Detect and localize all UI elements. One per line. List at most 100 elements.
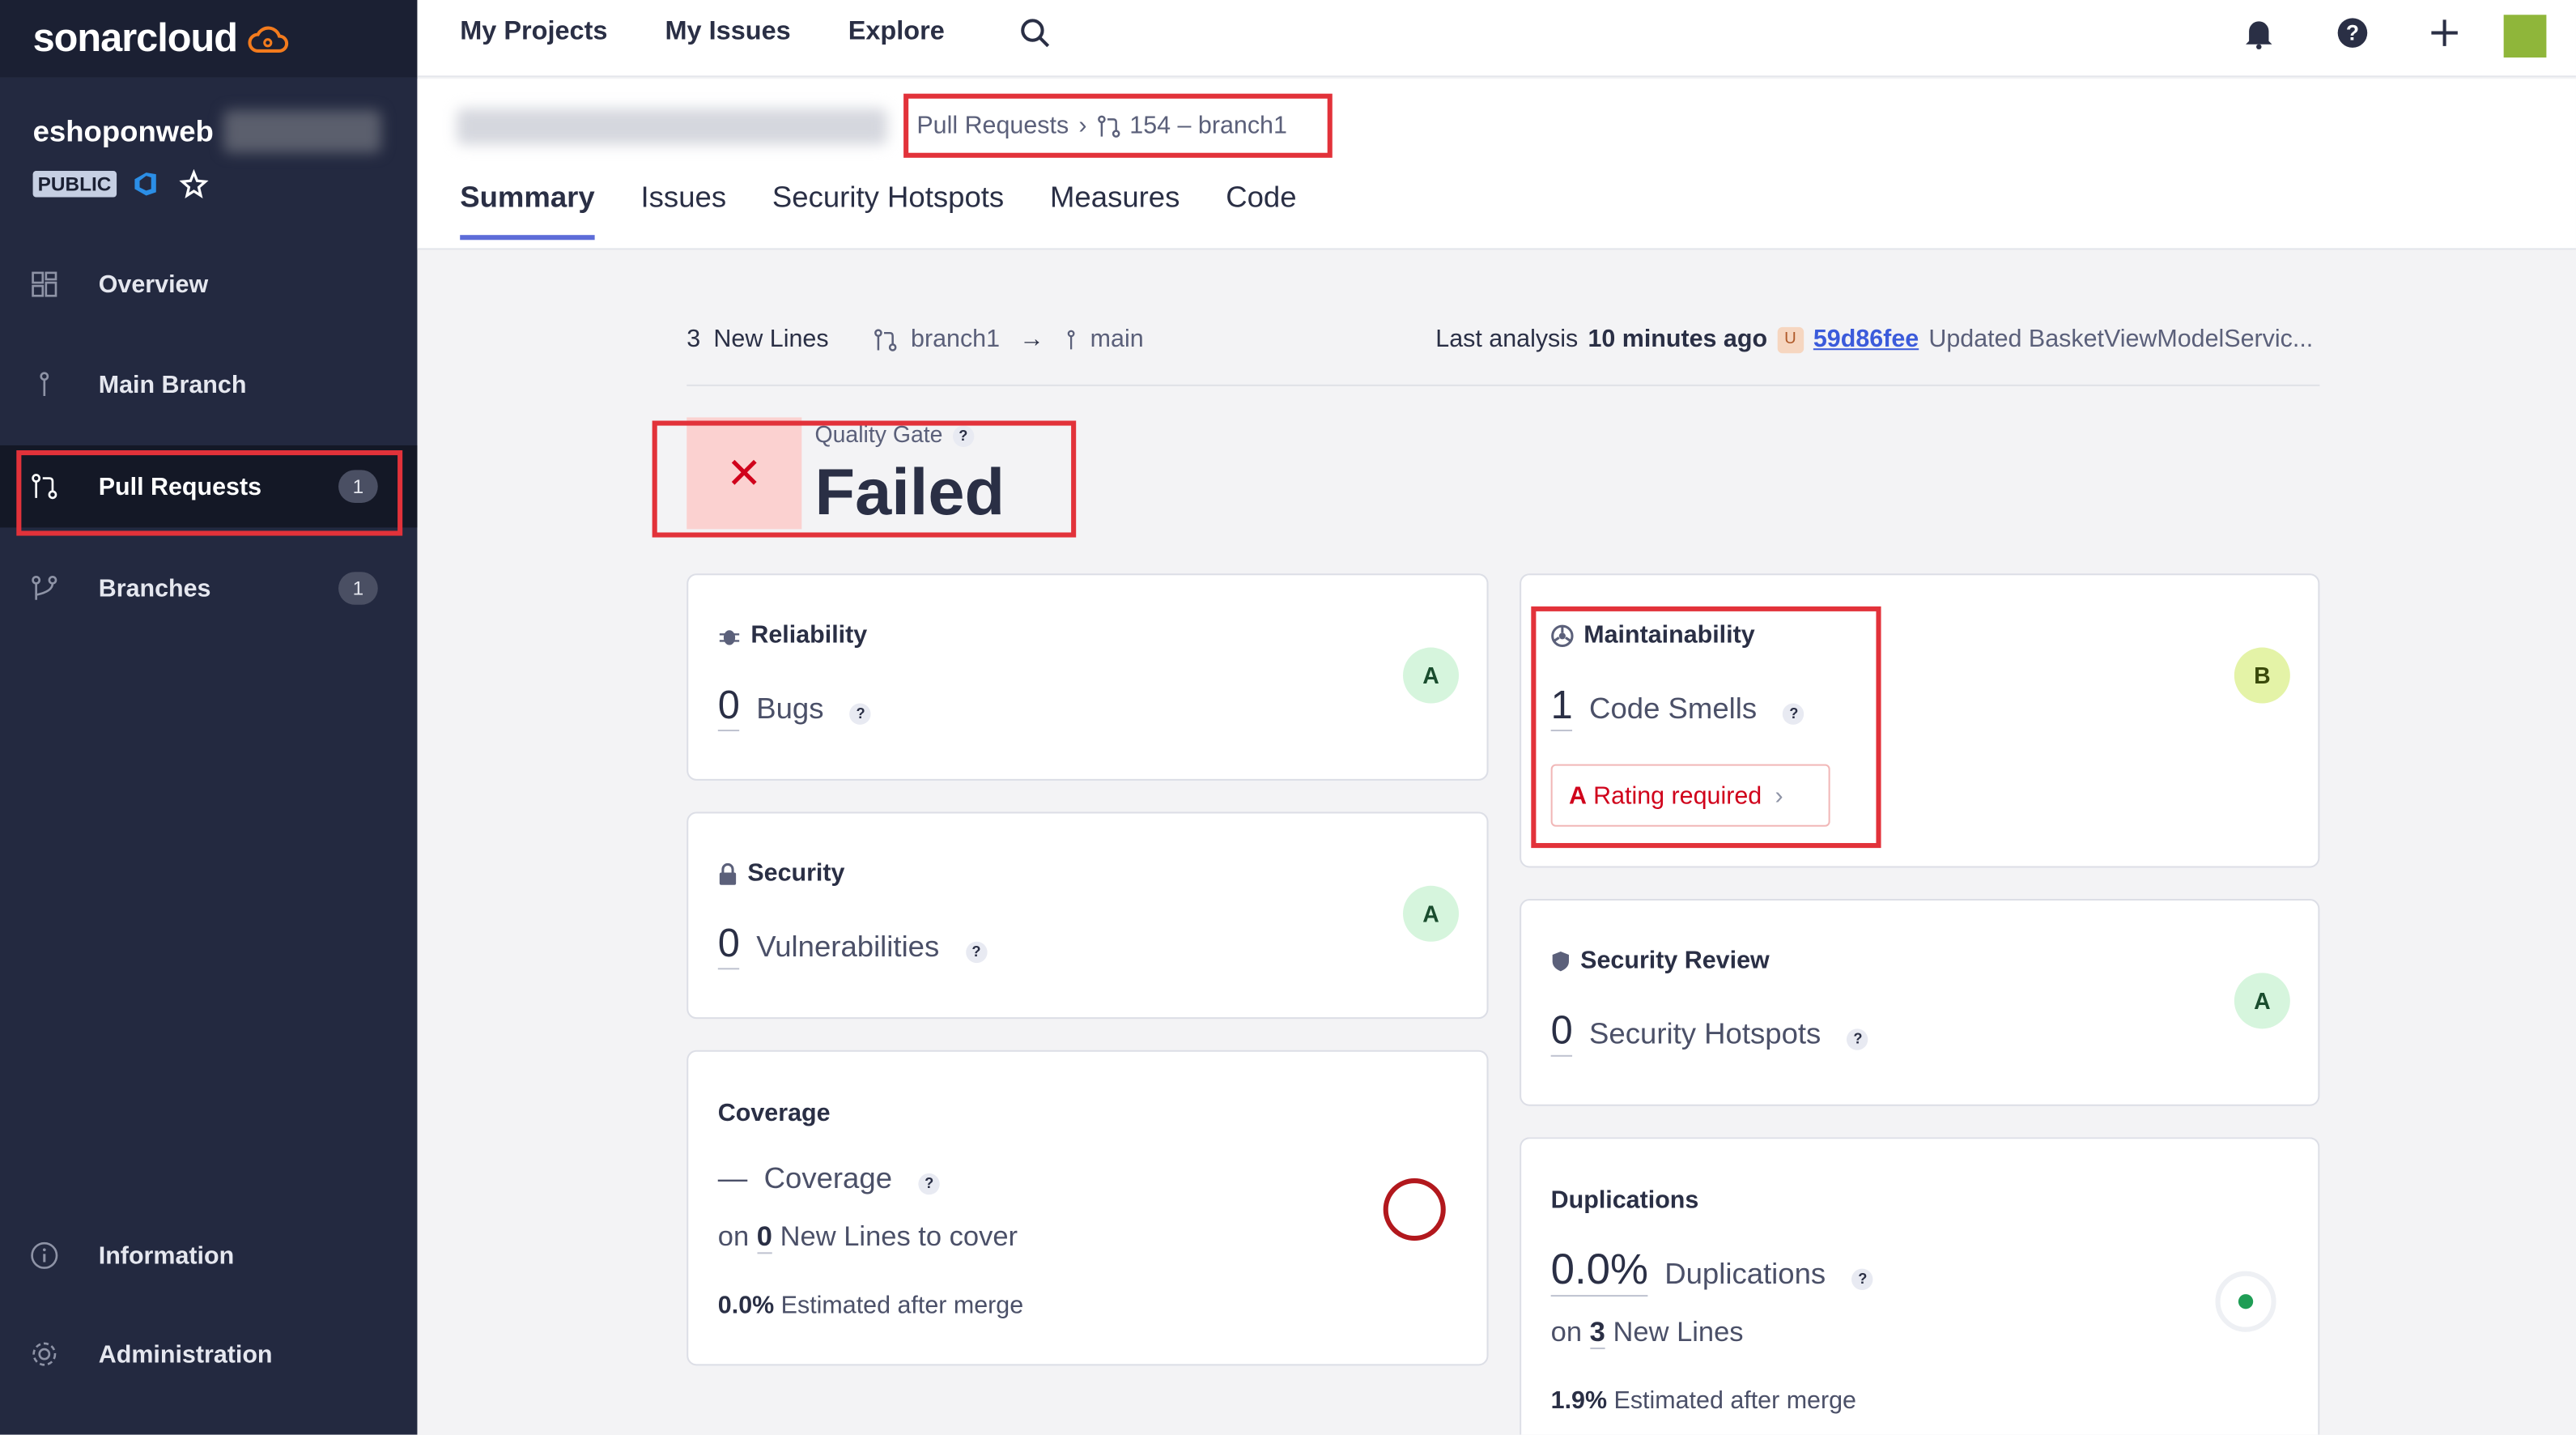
help-icon[interactable]: ? — [1851, 1267, 1874, 1289]
duplications-value[interactable]: 0.0% — [1550, 1244, 1648, 1297]
coverage-ring-icon — [1383, 1178, 1446, 1241]
duplications-new-lines: on 3 New Lines — [1551, 1316, 1744, 1350]
plus-icon[interactable] — [2428, 16, 2461, 49]
top-navigation-bar: My Projects My Issues Explore ? — [417, 0, 2576, 78]
branch-line-icon — [30, 370, 60, 400]
sidebar: sonarcloud eshoponweb PUBLIC Overview Ma — [0, 0, 418, 1435]
gear-icon — [30, 1339, 60, 1369]
new-lines-to-cover-value[interactable]: 0 — [756, 1220, 773, 1254]
branches-count-badge: 1 — [338, 572, 378, 605]
highlight-maintainability — [1531, 606, 1881, 849]
nav-my-projects[interactable]: My Projects — [460, 18, 607, 48]
coverage-label: Coverage — [763, 1161, 893, 1195]
nav-my-issues[interactable]: My Issues — [665, 18, 790, 48]
card-title: Security — [747, 859, 845, 888]
arrow-right-icon: → — [1019, 325, 1044, 354]
tab-security-hotspots[interactable]: Security Hotspots — [772, 181, 1004, 240]
highlight-quality-gate — [652, 420, 1077, 538]
tab-code[interactable]: Code — [1226, 181, 1296, 240]
help-icon[interactable]: ? — [918, 1172, 940, 1194]
new-lines-label: New Lines — [713, 325, 829, 354]
sidebar-item-main-branch[interactable]: Main Branch — [0, 343, 417, 425]
coverage-card: Coverage — Coverage? on 0 New Lines to co… — [687, 1050, 1489, 1366]
branches-icon — [30, 573, 60, 603]
security-review-grade: A — [2234, 973, 2290, 1029]
card-title: Coverage — [717, 1099, 831, 1128]
card-title: Reliability — [750, 621, 868, 649]
last-analysis-label: Last analysis — [1435, 325, 1579, 354]
security-card: Security 0 Vulnerabilities? A — [687, 811, 1489, 1020]
commit-hash-link[interactable]: 59d86fee — [1813, 326, 1919, 353]
card-title: Duplications — [1550, 1186, 1699, 1215]
tab-bar: Summary Issues Security Hotspots Measure… — [460, 181, 1297, 241]
last-analysis-time: 10 minutes ago — [1588, 325, 1768, 354]
star-icon[interactable] — [178, 169, 209, 199]
page-header: Pull Requests › 154 – branch1 Summary Is… — [417, 79, 2576, 250]
sidebar-item-label: Main Branch — [98, 370, 247, 399]
coverage-value[interactable]: — — [718, 1162, 748, 1197]
lock-icon — [719, 862, 737, 884]
sidebar-item-information[interactable]: Information — [0, 1215, 417, 1297]
security-review-card: Security Review 0 Security Hotspots? A — [1520, 899, 2320, 1106]
brand-logo-text[interactable]: sonarcloud — [33, 15, 238, 62]
svg-text:?: ? — [2346, 21, 2359, 45]
sidebar-item-label: Administration — [98, 1339, 273, 1369]
highlight-breadcrumb — [903, 93, 1333, 158]
sidebar-item-administration[interactable]: Administration — [0, 1313, 417, 1395]
grid-icon — [30, 270, 60, 300]
bugs-value[interactable]: 0 — [717, 683, 740, 732]
bugs-label: Bugs — [756, 692, 824, 725]
sidebar-item-branches[interactable]: Branches 1 — [0, 547, 417, 629]
info-icon — [30, 1241, 60, 1271]
duplications-label: Duplications — [1664, 1257, 1826, 1291]
branch-line-icon — [1066, 329, 1074, 349]
tab-issues[interactable]: Issues — [641, 181, 727, 240]
azure-devops-icon[interactable] — [133, 171, 163, 197]
vulnerabilities-label: Vulnerabilities — [756, 930, 940, 964]
sidebar-item-label: Branches — [98, 574, 211, 603]
redacted-breadcrumb — [457, 108, 887, 145]
help-icon[interactable]: ? — [849, 702, 872, 724]
bug-icon — [719, 629, 740, 645]
security-grade: A — [1403, 885, 1460, 942]
duplications-indicator-icon — [2215, 1271, 2276, 1332]
shield-icon — [1552, 950, 1569, 971]
sidebar-item-overview[interactable]: Overview — [0, 243, 417, 325]
analysis-info-bar: 3 New Lines branch1 → main Last analysis… — [687, 321, 2320, 386]
target-branch: main — [1090, 325, 1144, 354]
search-icon[interactable] — [1018, 16, 1052, 49]
new-lines-count: 3 — [687, 325, 701, 354]
help-icon[interactable]: ? — [965, 940, 988, 963]
coverage-estimate: 0.0% Estimated after merge — [717, 1292, 1024, 1320]
commit-message: Updated BasketViewModelServic... — [1928, 325, 2314, 354]
help-icon[interactable]: ? — [1847, 1028, 1869, 1050]
duplications-estimate: 1.9% Estimated after merge — [1550, 1386, 1856, 1416]
source-branch: branch1 — [911, 325, 1001, 354]
nav-explore[interactable]: Explore — [848, 18, 945, 48]
tab-summary[interactable]: Summary — [460, 181, 595, 241]
duplications-card: Duplications 0.0% Duplications? on 3 New … — [1520, 1137, 2320, 1435]
highlight-pull-requests — [16, 450, 403, 536]
tab-measures[interactable]: Measures — [1050, 181, 1180, 240]
vulnerabilities-value[interactable]: 0 — [717, 922, 740, 970]
user-badge: U — [1777, 326, 1804, 353]
duplications-new-lines-value[interactable]: 3 — [1589, 1316, 1605, 1350]
maintainability-grade: B — [2234, 647, 2290, 704]
card-title: Security Review — [1580, 946, 1770, 975]
sonarcloud-logo-icon — [249, 25, 289, 52]
sidebar-item-label: Information — [98, 1241, 235, 1270]
pull-request-icon — [874, 328, 898, 351]
reliability-grade: A — [1403, 647, 1460, 704]
security-hotspots-label: Security Hotspots — [1589, 1017, 1821, 1050]
security-hotspots-value[interactable]: 0 — [1550, 1009, 1573, 1057]
coverage-new-lines: on 0 New Lines to cover — [718, 1220, 1018, 1254]
logo-bar: sonarcloud — [0, 0, 418, 78]
help-icon[interactable]: ? — [2336, 16, 2370, 49]
project-name[interactable]: eshoponweb — [33, 114, 214, 149]
project-header: eshoponweb PUBLIC — [0, 77, 417, 199]
user-avatar[interactable] — [2503, 15, 2547, 58]
sidebar-item-label: Overview — [98, 270, 209, 299]
visibility-badge: PUBLIC — [32, 171, 117, 198]
reliability-card: Reliability 0 Bugs? A — [687, 573, 1489, 781]
notifications-bell-icon[interactable] — [2242, 16, 2276, 49]
